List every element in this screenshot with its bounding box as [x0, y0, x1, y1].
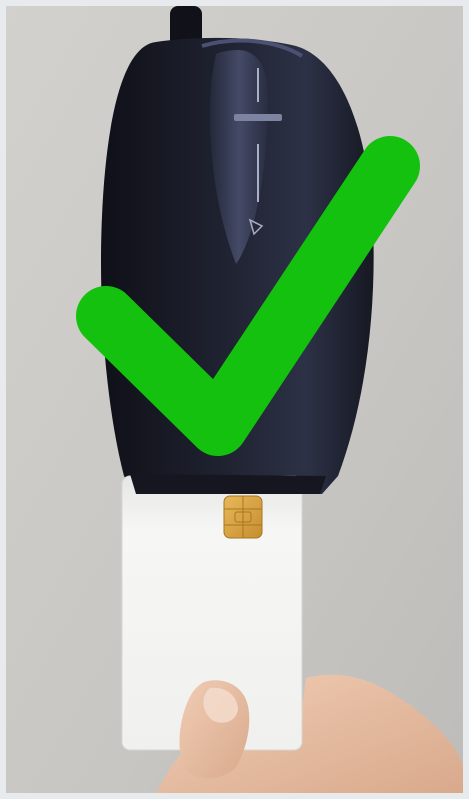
slot-marking-bar [234, 114, 282, 121]
card-reader-lip [130, 474, 326, 494]
photo-illustration [6, 6, 463, 793]
photo [6, 6, 463, 793]
card-chip [223, 495, 263, 539]
screenshot-frame [0, 0, 469, 799]
